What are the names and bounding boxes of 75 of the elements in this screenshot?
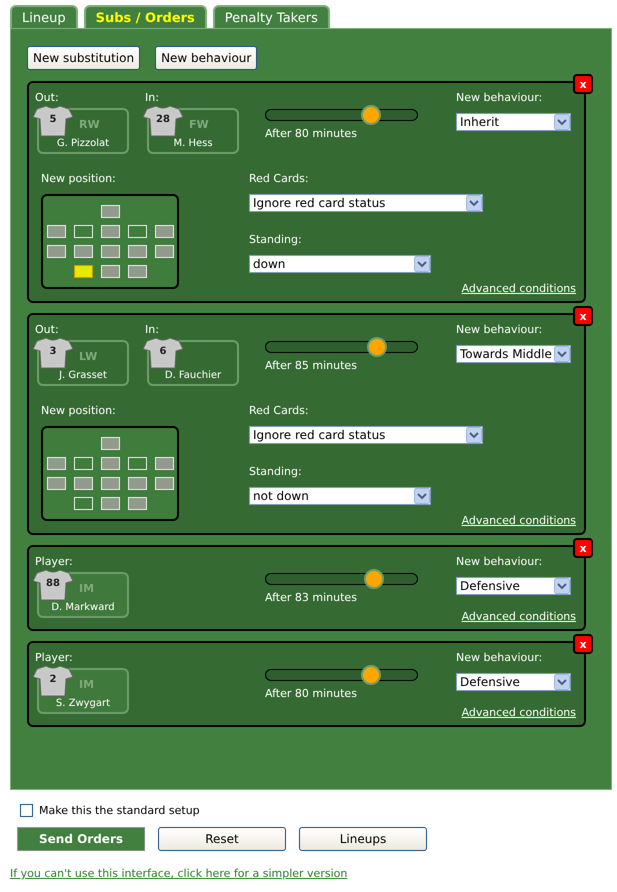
shirt-icon bbox=[33, 665, 73, 697]
advanced-conditions-link[interactable]: Advanced conditions bbox=[462, 706, 576, 719]
player-name: J. Grasset bbox=[58, 370, 108, 381]
position-label: New position: bbox=[41, 172, 117, 185]
close-button[interactable]: x bbox=[573, 74, 593, 94]
checkbox[interactable] bbox=[20, 804, 33, 817]
minutes-text: After 80 minutes bbox=[265, 687, 358, 700]
behaviour-label: New behaviour: bbox=[456, 555, 544, 568]
slider-thumb[interactable] bbox=[367, 337, 388, 357]
player-name: S. Zwygart bbox=[54, 698, 112, 709]
add-order-button[interactable]: New substitution bbox=[27, 46, 140, 70]
player-name: M. Hess bbox=[172, 138, 214, 149]
simpler-version-link[interactable]: If you can't use this interface, click here for a simpler version bbox=[10, 867, 348, 880]
shirt-icon bbox=[143, 337, 183, 369]
shirt-number: 28 bbox=[155, 114, 171, 125]
in-label: In: bbox=[145, 91, 159, 104]
form-button[interactable]: Lineups bbox=[299, 827, 427, 851]
card-rule-label: Red Cards: bbox=[249, 404, 310, 417]
add-order-button[interactable]: New behaviour bbox=[155, 46, 258, 70]
standing-dropdown[interactable]: down bbox=[249, 255, 431, 273]
player-name: D. Markward bbox=[50, 602, 116, 613]
out-label: Out: bbox=[35, 91, 59, 104]
behaviour-label: New behaviour: bbox=[456, 323, 544, 336]
standing-dropdown[interactable]: not down bbox=[249, 487, 431, 505]
slider-thumb[interactable] bbox=[361, 105, 382, 125]
shirt-number: 2 bbox=[48, 674, 58, 685]
shirt-number: 3 bbox=[48, 346, 58, 357]
player-label: Player: bbox=[35, 555, 73, 568]
player-name: D. Fauchier bbox=[164, 370, 222, 381]
player-position: FW bbox=[189, 118, 209, 131]
behaviour-dropdown[interactable]: Defensive bbox=[456, 577, 571, 595]
shirt-icon bbox=[33, 105, 73, 137]
form-button[interactable]: Reset bbox=[158, 827, 286, 851]
minutes-text: After 80 minutes bbox=[265, 127, 358, 140]
shirt-number: 5 bbox=[48, 114, 58, 125]
out-label: Out: bbox=[35, 323, 59, 336]
player-name: G. Pizzolat bbox=[56, 138, 110, 149]
card-rule-label: Red Cards: bbox=[249, 172, 310, 185]
advanced-conditions-link[interactable]: Advanced conditions bbox=[462, 610, 576, 623]
player-position: IM bbox=[79, 582, 94, 595]
shirt-icon bbox=[143, 105, 183, 137]
slider-thumb[interactable] bbox=[361, 665, 382, 685]
player-position: RW bbox=[79, 118, 100, 131]
shirt-icon bbox=[33, 569, 73, 601]
tab[interactable]: Subs / Orders bbox=[84, 5, 207, 28]
close-button[interactable]: x bbox=[573, 634, 593, 654]
advanced-conditions-link[interactable]: Advanced conditions bbox=[462, 514, 576, 527]
behaviour-dropdown[interactable]: Defensive bbox=[456, 673, 571, 691]
player-position: IM bbox=[79, 678, 94, 691]
standing-label: Standing: bbox=[249, 465, 303, 478]
standing-label: Standing: bbox=[249, 233, 303, 246]
in-label: In: bbox=[145, 323, 159, 336]
minutes-text: After 85 minutes bbox=[265, 359, 358, 372]
tab[interactable]: Penalty Takers bbox=[212, 5, 330, 28]
behaviour-label: New behaviour: bbox=[456, 91, 544, 104]
minutes-text: After 83 minutes bbox=[265, 591, 358, 604]
position-slot[interactable] bbox=[74, 265, 92, 278]
tab[interactable]: Lineup bbox=[10, 5, 78, 28]
player-position: LW bbox=[79, 350, 98, 363]
close-button[interactable]: x bbox=[573, 538, 593, 558]
behaviour-dropdown[interactable]: Towards Middle bbox=[456, 345, 571, 363]
card-rule-dropdown[interactable]: Ignore red card status bbox=[249, 426, 483, 444]
close-button[interactable]: x bbox=[573, 306, 593, 326]
slider-thumb[interactable] bbox=[364, 569, 384, 589]
behaviour-label: New behaviour: bbox=[456, 651, 544, 664]
position-label: New position: bbox=[41, 404, 117, 417]
player-label: Player: bbox=[35, 651, 73, 664]
shirt-number: 88 bbox=[45, 578, 61, 589]
form-button[interactable]: Send Orders bbox=[17, 827, 145, 851]
shirt-icon bbox=[33, 337, 73, 369]
advanced-conditions-link[interactable]: Advanced conditions bbox=[462, 282, 576, 295]
shirt-number: 6 bbox=[158, 346, 168, 357]
card-rule-dropdown[interactable]: Ignore red card status bbox=[249, 194, 483, 212]
checkbox-label: Make this the standard setup bbox=[39, 804, 200, 817]
behaviour-dropdown[interactable]: Inherit bbox=[456, 113, 571, 131]
